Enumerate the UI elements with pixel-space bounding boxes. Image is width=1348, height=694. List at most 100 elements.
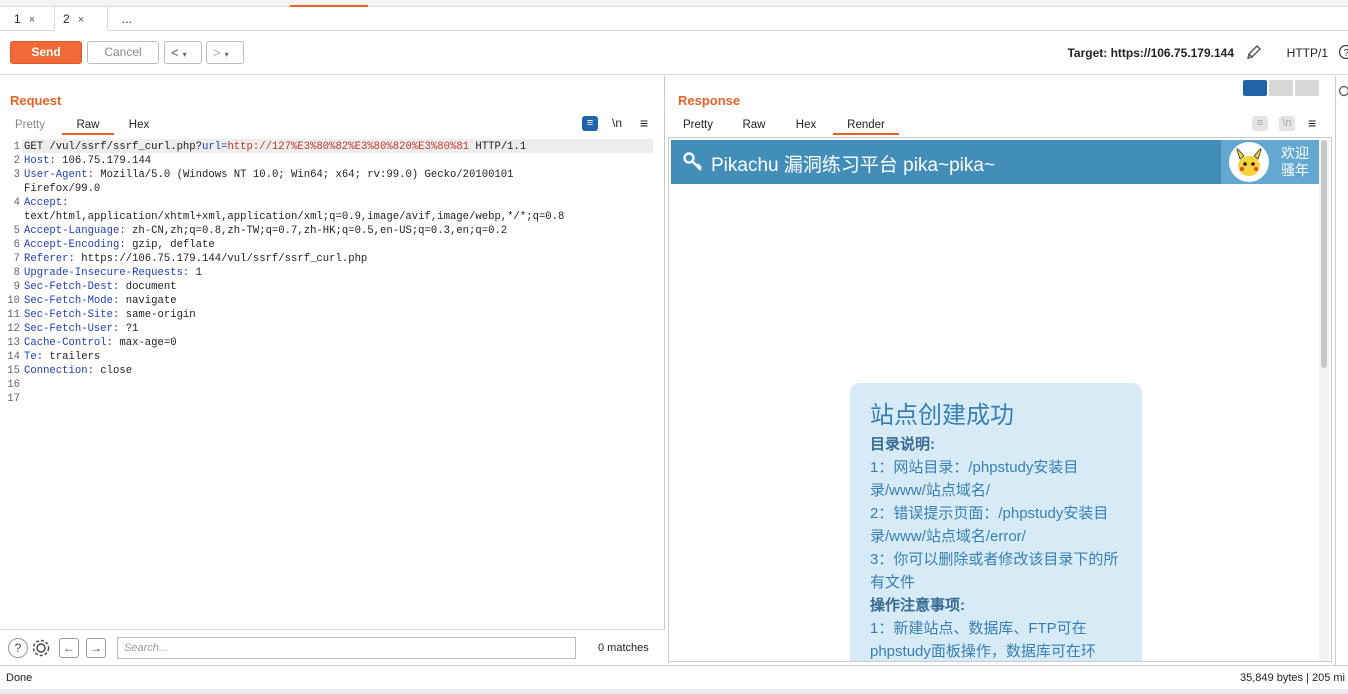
repeater-tab-2[interactable]: 2 × <box>54 7 108 31</box>
help-icon[interactable]: ? <box>1338 44 1348 60</box>
wrap-lines-icon[interactable]: ≡ <box>582 116 598 131</box>
line-number: 5 <box>13 225 20 237</box>
tab-response-hex[interactable]: Hex <box>788 115 824 135</box>
close-icon[interactable]: × <box>29 14 35 26</box>
card-section-heading: 操作注意事项: <box>870 597 965 614</box>
newline-toggle[interactable]: \n <box>1279 116 1295 131</box>
status-bar: Done 35,849 bytes | 205 mi <box>0 665 1348 689</box>
header-name: Upgrade-Insecure-Requests: <box>24 267 190 279</box>
request-line[interactable]: Host: 106.75.179.144 <box>24 154 151 168</box>
line-number: 7 <box>13 253 20 265</box>
pikachu-avatar-icon <box>1235 146 1263 176</box>
header-value: https://106.75.179.144/vul/ssrf/ssrf_cur… <box>74 253 368 265</box>
help-icon[interactable]: ? <box>8 638 28 658</box>
repeater-tab-bar: 1 × 2 × ... <box>0 7 1348 31</box>
request-line[interactable]: text/html,application/xhtml+xml,applicat… <box>24 210 564 224</box>
query-param: url= <box>202 141 228 153</box>
header-value: document <box>119 281 177 293</box>
http-version-label[interactable]: HTTP/1 <box>1287 46 1328 60</box>
tab-response-raw[interactable]: Raw <box>736 115 772 135</box>
request-line[interactable]: Accept: <box>24 196 69 210</box>
request-line[interactable]: Sec-Fetch-Dest: document <box>24 280 177 294</box>
request-line[interactable]: Connection: close <box>24 364 132 378</box>
request-line[interactable]: Cache-Control: max-age=0 <box>24 336 177 350</box>
tabs-layout-icon[interactable] <box>1295 80 1319 96</box>
cancel-button[interactable]: Cancel <box>87 41 159 64</box>
tab-request-hex[interactable]: Hex <box>118 115 160 135</box>
header-value: max-age=0 <box>113 337 177 349</box>
side-inspector-strip <box>1335 76 1348 665</box>
card-line: 1：新建站点、数据库、FTP可在phpstudy面板操作，数据库可在环 <box>870 620 1096 660</box>
header-name: Sec-Fetch-Dest: <box>24 281 120 293</box>
next-match-button[interactable]: → <box>86 638 106 658</box>
header-value: gzip, deflate <box>125 239 215 251</box>
http-version: HTTP/1.1 <box>469 141 527 153</box>
gear-icon[interactable] <box>31 638 51 658</box>
tab-request-pretty[interactable]: Pretty <box>8 115 52 135</box>
matches-count: 0 matches <box>598 642 649 654</box>
request-title: Request <box>10 93 62 108</box>
scrollbar-thumb[interactable] <box>1321 140 1327 368</box>
tab-label: ... <box>122 12 133 26</box>
line-number: 6 <box>13 239 20 251</box>
header-value: 106.75.179.144 <box>55 155 152 167</box>
request-line[interactable]: Te: trailers <box>24 350 100 364</box>
chevron-down-icon[interactable]: ▾ <box>183 50 187 59</box>
close-icon[interactable]: × <box>78 14 84 26</box>
header-name: User-Agent: <box>24 169 94 181</box>
chevron-right-icon: > <box>213 45 221 60</box>
header-value: trailers <box>43 351 101 363</box>
repeater-toolbar: Send Cancel < ▾ > ▾ Target: https://106.75… <box>0 32 1348 75</box>
forward-button[interactable]: > ▾ <box>206 41 244 64</box>
vertical-layout-icon[interactable] <box>1269 80 1293 96</box>
request-line[interactable]: Sec-Fetch-User: ?1 <box>24 322 138 336</box>
gear-icon[interactable] <box>1337 84 1348 98</box>
header-value: Firefox/99.0 <box>24 183 101 195</box>
site-title: Pikachu 漏洞练习平台 pika~pika~ <box>711 155 996 176</box>
request-line[interactable]: Referer: https://106.75.179.144/vul/ssrf… <box>24 252 367 266</box>
line-number: 11 <box>7 309 20 321</box>
chevron-down-icon[interactable]: ▾ <box>225 50 229 59</box>
repeater-tab-1[interactable]: 1 × <box>6 7 43 31</box>
user-area[interactable]: 欢迎 骚年 <box>1221 140 1321 184</box>
svg-text:?: ? <box>1344 48 1348 59</box>
request-line[interactable]: Firefox/99.0 <box>24 182 100 196</box>
card-line: 2：错误提示页面：/phpstudy安装目录/www/站点域名/error/ <box>870 505 1109 545</box>
tab-request-raw[interactable]: Raw <box>62 115 114 135</box>
header-name: Host: <box>24 155 56 167</box>
line-number: 4 <box>13 197 20 209</box>
request-line[interactable]: GET /vul/ssrf/ssrf_curl.php?url=http://1… <box>24 140 526 154</box>
repeater-tab-more[interactable]: ... <box>114 7 140 31</box>
request-line[interactable]: Sec-Fetch-Mode: navigate <box>24 294 177 308</box>
request-line[interactable]: User-Agent: Mozilla/5.0 (Windows NT 10.0… <box>24 168 514 182</box>
menu-icon[interactable]: ≡ <box>1308 115 1316 131</box>
send-button[interactable]: Send <box>10 41 82 64</box>
card-line: 1：网站目录：/phpstudy安装目录/www/站点域名/ <box>870 459 1079 499</box>
request-line[interactable]: Accept-Encoding: gzip, deflate <box>24 238 215 252</box>
request-line[interactable]: Upgrade-Insecure-Requests: 1 <box>24 266 202 280</box>
side-by-side-layout-icon[interactable] <box>1243 80 1267 96</box>
tab-response-render[interactable]: Render <box>833 115 899 135</box>
previous-match-button[interactable]: ← <box>59 638 79 658</box>
welcome-line-2: 骚年 <box>1281 162 1309 178</box>
tab-response-pretty[interactable]: Pretty <box>676 115 720 135</box>
newline-toggle[interactable]: \n <box>612 116 622 130</box>
card-section-heading: 目录说明: <box>870 436 935 453</box>
header-value: ?1 <box>119 323 139 335</box>
menu-icon[interactable]: ≡ <box>640 115 648 131</box>
avatar <box>1229 142 1269 182</box>
request-line[interactable]: Accept-Language: zh-CN,zh;q=0.8,zh-TW;q=… <box>24 224 507 238</box>
line-number: 12 <box>7 323 20 335</box>
line-number: 8 <box>13 267 20 279</box>
line-number: 1 <box>13 141 20 153</box>
wrap-lines-icon[interactable]: ≡ <box>1252 116 1268 131</box>
back-button[interactable]: < ▾ <box>164 41 202 64</box>
header-name: Sec-Fetch-Site: <box>24 309 120 321</box>
render-scrollbar[interactable] <box>1319 140 1329 661</box>
request-line[interactable]: Sec-Fetch-Site: same-origin <box>24 308 196 322</box>
pencil-icon[interactable] <box>1245 43 1263 61</box>
search-input[interactable]: Search... <box>117 637 576 659</box>
request-editor[interactable]: 1 GET /vul/ssrf/ssrf_curl.php?url=http://… <box>0 139 665 629</box>
welcome-line-1: 欢迎 <box>1281 145 1309 161</box>
header-name: Connection: <box>24 365 94 377</box>
